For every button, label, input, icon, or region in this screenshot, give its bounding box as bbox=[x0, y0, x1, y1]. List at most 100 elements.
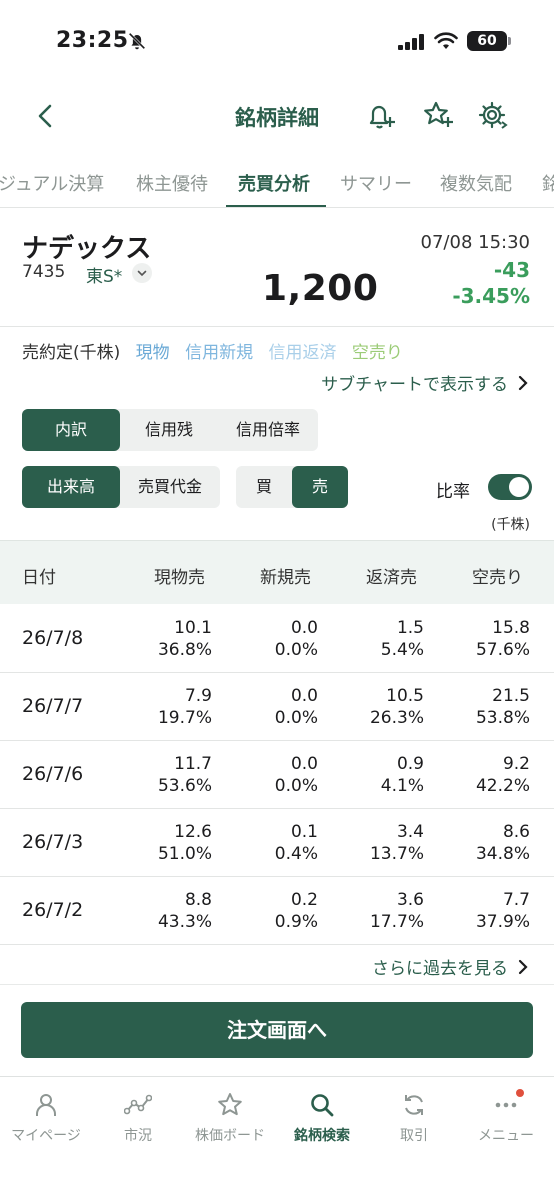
nav-item-label: 取引 bbox=[400, 1128, 428, 1144]
repay-sell-cell: 1.5 5.4% bbox=[381, 617, 424, 661]
bell-add-icon[interactable] bbox=[362, 98, 398, 134]
refresh-icon bbox=[405, 1095, 423, 1115]
short-sell-pct: 42.2% bbox=[475, 776, 530, 796]
cash-sell-value: 10.1 bbox=[174, 618, 212, 638]
table-header: 日付 現物売 新規売 返済売 空売り bbox=[0, 540, 554, 604]
short-sell-pct: 34.8% bbox=[475, 844, 530, 864]
nav-item-market[interactable]: 市況 bbox=[92, 1091, 184, 1145]
stock-market[interactable]: 東S* bbox=[86, 262, 122, 287]
short-sell-value: 21.5 bbox=[492, 686, 530, 706]
cash-sell-value: 12.6 bbox=[174, 822, 212, 842]
nav-item-label: 株価ボード bbox=[195, 1128, 265, 1144]
cash-sell-value: 8.8 bbox=[184, 890, 212, 910]
divider bbox=[0, 984, 554, 985]
segment-sell[interactable]: 売 bbox=[292, 466, 348, 508]
cash-sell-pct: 19.7% bbox=[157, 708, 212, 728]
nav-item-trade[interactable]: 取引 bbox=[368, 1091, 460, 1145]
search-icon bbox=[311, 1094, 334, 1117]
short-sell-value: 8.6 bbox=[502, 822, 530, 842]
stock-name: ナデックス bbox=[22, 234, 152, 264]
nav-item-stock-search[interactable]: 銘柄検索 bbox=[276, 1091, 368, 1145]
cash-sell-cell: 8.8 43.3% bbox=[158, 889, 212, 933]
nav-item-price-board[interactable]: 株価ボード bbox=[184, 1091, 276, 1145]
see-more-history-link[interactable]: さらに過去を見る bbox=[372, 954, 530, 979]
table-row: 26/7/7 7.9 19.7% 0.0 0.0% 10.5 26.3% 21.5 53… bbox=[0, 673, 554, 741]
stock-price: 1,200 bbox=[262, 268, 379, 309]
legend-short-sell: 空売り bbox=[351, 343, 403, 363]
ratio-label: 比率 bbox=[436, 482, 470, 502]
new-sell-pct: 0.0% bbox=[274, 776, 318, 796]
segment-trading-value[interactable]: 売買代金 bbox=[120, 466, 220, 508]
cash-sell-value: 11.7 bbox=[174, 754, 212, 774]
chevron-down-icon[interactable] bbox=[132, 263, 152, 283]
battery-icon: 60 bbox=[467, 31, 511, 51]
nav-item-label: 銘柄検索 bbox=[294, 1128, 350, 1144]
new-sell-cell: 0.0 0.0% bbox=[275, 753, 318, 797]
short-sell-cell: 8.6 34.8% bbox=[476, 821, 530, 865]
repay-sell-cell: 10.5 26.3% bbox=[370, 685, 424, 729]
nav-item-label: マイページ bbox=[11, 1128, 81, 1144]
stock-code: 7435 bbox=[22, 262, 66, 282]
cash-sell-cell: 11.7 53.6% bbox=[158, 753, 212, 797]
repay-sell-value: 3.6 bbox=[396, 890, 424, 910]
cash-sell-cell: 7.9 19.7% bbox=[158, 685, 212, 729]
star-icon bbox=[218, 1093, 242, 1116]
repay-sell-value: 0.9 bbox=[396, 754, 424, 774]
cash-sell-pct: 53.6% bbox=[157, 776, 212, 796]
side-segment: 買 売 bbox=[236, 466, 348, 508]
legend-margin-new: 信用新規 bbox=[185, 343, 254, 363]
tab-shareholder-benefits[interactable]: 株主優待 bbox=[136, 170, 208, 196]
subchart-link[interactable]: サブチャートで表示する bbox=[321, 370, 530, 395]
status-time: 23:25 bbox=[56, 28, 129, 53]
tab-more[interactable]: 銘 bbox=[542, 170, 554, 196]
row-date: 26/7/8 bbox=[22, 627, 84, 649]
table-row: 26/7/2 8.8 43.3% 0.2 0.9% 3.6 17.7% 7.7 37.9… bbox=[0, 877, 554, 945]
row-date: 26/7/2 bbox=[22, 899, 84, 921]
segment-buy[interactable]: 買 bbox=[236, 466, 292, 508]
repay-sell-pct: 4.1% bbox=[380, 776, 424, 796]
unit-label: (千株) bbox=[491, 517, 530, 533]
cash-sell-pct: 43.3% bbox=[157, 912, 212, 932]
tab-trade-analysis[interactable]: 売買分析 bbox=[238, 170, 310, 196]
short-sell-cell: 9.2 42.2% bbox=[476, 753, 530, 797]
star-add-icon[interactable] bbox=[420, 98, 456, 134]
new-sell-cell: 0.2 0.9% bbox=[275, 889, 318, 933]
divider bbox=[0, 326, 554, 327]
short-sell-pct: 57.6% bbox=[475, 640, 530, 660]
order-screen-button[interactable]: 注文画面へ bbox=[21, 1002, 533, 1058]
segment-margin-ratio[interactable]: 信用倍率 bbox=[218, 409, 318, 451]
short-sell-value: 7.7 bbox=[502, 890, 530, 910]
bottom-tab-bar: マイページ 市況 株価ボード 銘柄検索 取引 メニュー bbox=[0, 1076, 554, 1200]
short-sell-cell: 21.5 53.8% bbox=[476, 685, 530, 729]
cash-sell-value: 7.9 bbox=[184, 686, 212, 706]
short-sell-value: 9.2 bbox=[502, 754, 530, 774]
nav-item-menu[interactable]: メニュー bbox=[460, 1089, 552, 1145]
column-header-new-sell: 新規売 bbox=[260, 568, 311, 588]
person-icon bbox=[36, 1094, 56, 1116]
see-more-label: さらに過去を見る bbox=[372, 959, 508, 979]
ratio-toggle[interactable] bbox=[488, 474, 532, 500]
repay-sell-value: 1.5 bbox=[396, 618, 424, 638]
repay-sell-pct: 17.7% bbox=[369, 912, 424, 932]
legend-margin-repay: 信用返済 bbox=[268, 343, 337, 363]
repay-sell-pct: 13.7% bbox=[369, 844, 424, 864]
new-sell-pct: 0.4% bbox=[274, 844, 318, 864]
tab-visual-results[interactable]: ジュアル決算 bbox=[0, 170, 104, 196]
tab-summary[interactable]: サマリー bbox=[340, 170, 412, 196]
segment-margin-balance[interactable]: 信用残 bbox=[120, 409, 218, 451]
new-sell-value: 0.1 bbox=[290, 822, 318, 842]
table-row: 26/7/6 11.7 53.6% 0.0 0.0% 0.9 4.1% 9.2 42.2… bbox=[0, 741, 554, 809]
nav-item-mypage[interactable]: マイページ bbox=[0, 1091, 92, 1145]
tab-multi-quote[interactable]: 複数気配 bbox=[440, 170, 512, 196]
segment-breakdown[interactable]: 内訳 bbox=[22, 409, 120, 451]
breakdown-segment: 内訳 信用残 信用倍率 bbox=[22, 409, 318, 451]
column-header-date: 日付 bbox=[22, 568, 56, 588]
volume-segment: 出来高 売買代金 bbox=[22, 466, 220, 508]
repay-sell-pct: 5.4% bbox=[380, 640, 424, 660]
settings-gear-icon[interactable] bbox=[476, 98, 512, 134]
repay-sell-pct: 26.3% bbox=[369, 708, 424, 728]
new-sell-pct: 0.0% bbox=[274, 640, 318, 660]
nav-header: 銘柄詳細 bbox=[0, 88, 554, 144]
repay-sell-cell: 3.6 17.7% bbox=[370, 889, 424, 933]
segment-volume[interactable]: 出来高 bbox=[22, 466, 120, 508]
